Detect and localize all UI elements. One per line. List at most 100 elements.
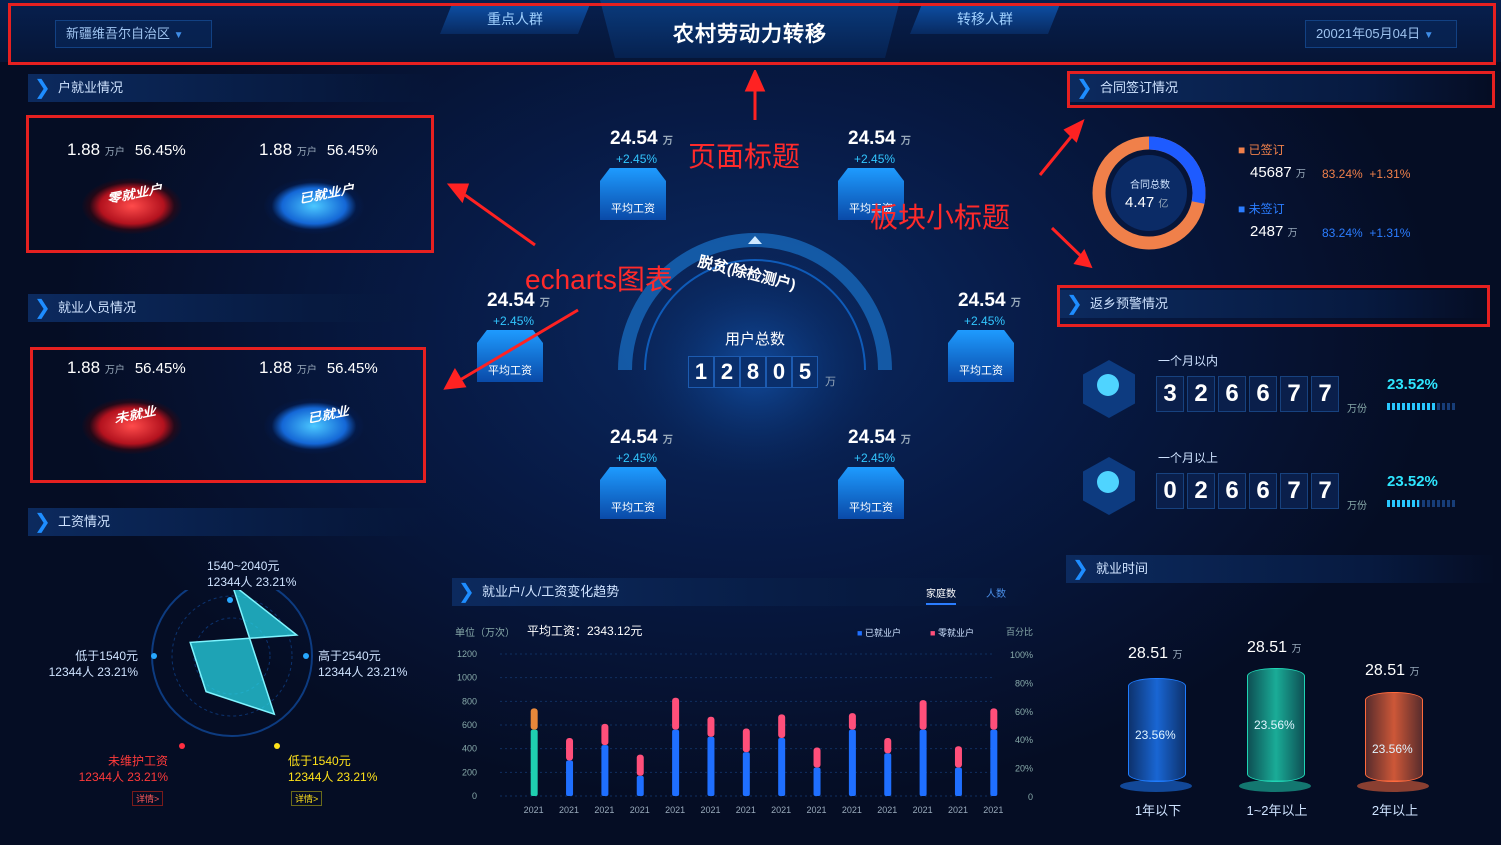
contract-signed-label-text: 已签订 (1248, 143, 1285, 157)
x-tick-label: 2021 (807, 805, 827, 815)
bar-zero-household (672, 697, 680, 730)
warning-level-track (1387, 500, 1457, 507)
cylinder-label: 2年以上 (1371, 803, 1419, 818)
contract-signed-number: 45687 (1250, 164, 1292, 181)
contract-center-label: 合同总数 (1130, 180, 1170, 191)
section-title-wage-label: 工资情况 (58, 514, 111, 529)
detail-link-left[interactable]: 详情> (132, 791, 164, 806)
cylinder-value-number: 28.51 (1128, 645, 1169, 662)
cube-value-number: 24.54 (848, 427, 896, 448)
contract-signed-label: ■ 已签订 (1238, 141, 1285, 158)
bar-zero-household (990, 708, 998, 730)
tab-person-count[interactable]: 人数 (986, 585, 1006, 600)
stat-pct: 56.45% (326, 360, 378, 377)
radar-label-text: 低于1540元 (75, 649, 138, 663)
arrow-line (464, 193, 536, 247)
bar-zero-household (566, 738, 574, 761)
contract-signed-delta: +1.31% (1369, 167, 1411, 181)
bullet-icon: ■ (1238, 202, 1246, 216)
radar-label-text: 高于2540元 (318, 649, 381, 663)
contract-center-number: 4.47 (1125, 194, 1155, 211)
wage-radar-chart (151, 590, 313, 749)
cylinder-value-unit: 万 (1172, 650, 1183, 661)
tab-household-count[interactable]: 家庭数 (926, 585, 956, 605)
cylinder-pct: 23.56% (1254, 718, 1295, 732)
chevron-right-icon: ❯ (458, 581, 475, 603)
stat-value: 1.88 (67, 140, 101, 159)
cylinder-value-number: 28.51 (1365, 662, 1406, 679)
bar-zero-household (813, 747, 821, 768)
warning-unit: 万份 (1347, 404, 1367, 415)
bar-employed-household (530, 729, 538, 796)
cube-label: 平均工资 (611, 502, 655, 514)
warning-level-fill (1387, 500, 1419, 507)
stat-value: 1.88 (259, 140, 293, 159)
radar-label-text: 低于1540元 (288, 754, 351, 768)
arrow-line (459, 308, 579, 382)
warning-level-fill (1387, 403, 1436, 410)
radar-label-bottom-right: 低于1540元 12344人 23.21% (288, 753, 377, 785)
bar-zero-household (530, 708, 538, 730)
annotation-box-warning-title (1057, 285, 1490, 327)
contract-unsigned-number: 2487 (1250, 223, 1284, 240)
warning-unit: 万份 (1347, 501, 1367, 512)
annotation-box-header (8, 3, 1496, 65)
contract-unsigned-pct-text: 83.24% (1322, 226, 1363, 240)
cylinder-value: 28.51 万 (1247, 639, 1302, 657)
x-tick-label: 2021 (700, 805, 720, 815)
radar-label-bottom-left: 未维护工资 12344人 23.21% (68, 753, 168, 785)
section-title-personnel-label: 就业人员情况 (58, 300, 137, 315)
detail-link-right[interactable]: 详情> (291, 791, 323, 806)
radar-label-text: 1540~2040元 (207, 559, 280, 573)
household-stat-zero: 1.88 万户 56.45% (67, 140, 186, 160)
contract-unsigned-pct: 83.24% +1.31% (1322, 226, 1410, 240)
radar-point-bottom-right (274, 743, 280, 749)
x-tick-label: 2021 (524, 805, 544, 815)
legend-label: 零就业户 (937, 628, 974, 638)
chevron-right-icon: ❯ (34, 77, 51, 99)
y-tick-label: 1000 (457, 673, 477, 683)
cylinder-label: 1~2年以上 (1246, 803, 1308, 818)
x-tick-label: 2021 (559, 805, 579, 815)
stat-value: 1.88 (259, 358, 293, 377)
cylinder-base (1120, 780, 1192, 792)
contract-unsigned-value: 2487 万 (1250, 223, 1298, 240)
bar-zero-household (742, 728, 750, 753)
warning-digit: 2 (1187, 473, 1215, 509)
warning-digit: 6 (1218, 376, 1246, 412)
x-tick-label: 2021 (630, 805, 650, 815)
bar-zero-household (636, 754, 644, 776)
stat-unit: 万户 (104, 365, 125, 376)
section-title-employ-time: ❯ 就业时间 (1066, 555, 1496, 583)
trend-avg-wage: 平均工资：2343.12元 (527, 624, 643, 638)
x-tick-label: 2021 (948, 805, 968, 815)
contract-signed-pct-text: 83.24% (1322, 167, 1363, 181)
radar-label-right: 高于2540元 12344人 23.21% (318, 648, 407, 680)
cylinder-value: 28.51 万 (1128, 645, 1183, 663)
legend-swatch-icon: ■ (930, 628, 936, 638)
radar-point-top (227, 597, 233, 603)
trend-right-axis-label: 百分比 (1006, 627, 1034, 637)
user-icon (1097, 471, 1119, 493)
warning-digit: 6 (1218, 473, 1246, 509)
bar-employed-household (566, 760, 574, 796)
cylinder-pct: 23.56% (1135, 728, 1176, 742)
bar-zero-household (778, 714, 786, 739)
radar-point-bottom-left (179, 743, 185, 749)
radar-label-sub: 12344人 23.21% (207, 575, 297, 589)
arrow-head (446, 183, 470, 204)
contract-center-value: 4.47 亿 (1125, 194, 1168, 211)
stat-unit: 万户 (104, 147, 125, 158)
warning-digit: 3 (1156, 376, 1184, 412)
warning-digit: 7 (1280, 473, 1308, 509)
bar-employed-household (742, 752, 750, 796)
x-tick-label: 2021 (665, 805, 685, 815)
radar-area (189, 590, 299, 716)
contract-unsigned-unit: 万 (1287, 228, 1298, 239)
radar-point-right (303, 653, 309, 659)
arrow-line (1038, 131, 1077, 176)
radar-label-left: 低于1540元 12344人 23.21% (38, 648, 138, 680)
warning-level-track (1387, 403, 1457, 410)
radar-label-top: 1540~2040元 12344人 23.21% (207, 558, 296, 590)
cube-pct: +2.45% (616, 451, 658, 465)
